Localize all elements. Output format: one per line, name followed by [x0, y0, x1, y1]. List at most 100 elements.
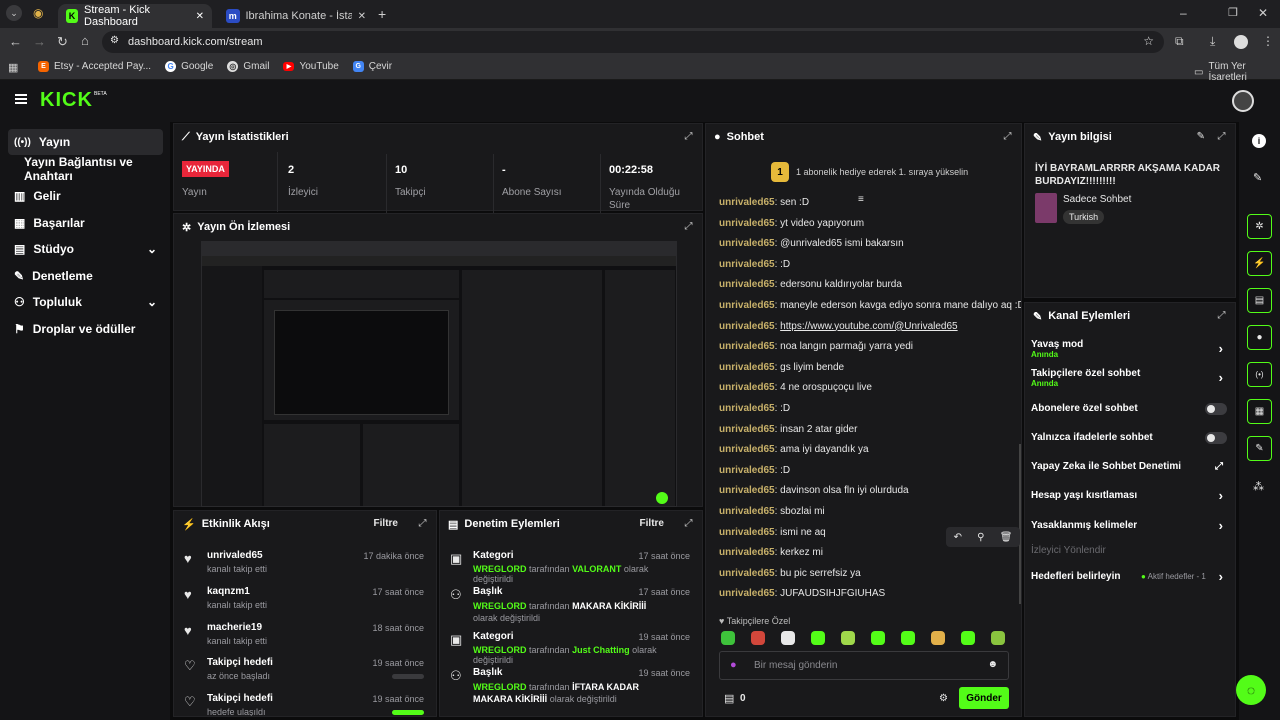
action-ai-moderation[interactable]: Yapay Zeka ile Sohbet Denetimi ⤢ [1031, 461, 1231, 481]
close-window-icon[interactable]: ✕ [1258, 6, 1268, 20]
reload-icon[interactable]: ↻ [57, 34, 68, 50]
chat-message[interactable]: unrivaled65: 4 ne orospuçoçu live [719, 382, 872, 393]
chat-message[interactable]: unrivaled65: sen :D [719, 197, 809, 208]
rail-tools-button[interactable]: ✎ [1247, 436, 1272, 461]
forward-icon[interactable]: → [33, 34, 46, 49]
chat-message[interactable]: unrivaled65: ama iyi dayandık ya [719, 444, 869, 455]
chat-username[interactable]: unrivaled65 [719, 485, 775, 496]
moderator-name[interactable]: WREGLORD [473, 564, 527, 574]
chat-message[interactable]: unrivaled65: maneyle ederson kavga ediyo… [719, 300, 1021, 311]
emote-icon[interactable] [841, 631, 855, 645]
bookmark-star-icon[interactable]: ☆ [1143, 34, 1154, 48]
chat-message[interactable]: unrivaled65: edersonu kaldırıyolar burda [719, 279, 902, 290]
rail-moderation-button[interactable]: ▤ [1247, 288, 1272, 313]
action-followers-only[interactable]: Takipçilere özel sohbet Anında › [1031, 368, 1231, 388]
filter-button[interactable]: Filtre [374, 518, 398, 529]
chat-username[interactable]: unrivaled65 [719, 321, 775, 332]
bookmark-youtube[interactable]: ▶ YouTube [283, 61, 339, 72]
sidebar-item-achievements[interactable]: ▦ Başarılar [8, 210, 163, 236]
back-icon[interactable]: ← [9, 34, 22, 49]
download-icon[interactable]: ⤓ [1210, 34, 1215, 49]
chat-message[interactable]: unrivaled65: yt video yapıyorum [719, 218, 864, 229]
chat-username[interactable]: unrivaled65 [719, 197, 775, 208]
expand-icon[interactable]: ⤢ [1216, 310, 1227, 321]
restore-icon[interactable]: ❐ [1228, 6, 1238, 19]
pin-icon[interactable]: ⚲ [977, 532, 984, 543]
chat-text[interactable]: https://www.youtube.com/@Unrivaled65 [780, 321, 957, 332]
action-banned-words[interactable]: Yasaklanmış kelimeler › [1031, 518, 1231, 540]
rail-chat-button[interactable]: ● [1247, 325, 1272, 350]
app-icon[interactable]: ◉ [33, 6, 43, 20]
home-icon[interactable]: ⌂ [81, 33, 89, 48]
chat-username[interactable]: unrivaled65 [719, 218, 775, 229]
chat-message[interactable]: unrivaled65: :D [719, 465, 790, 476]
emote-icon[interactable] [781, 631, 795, 645]
expand-icon[interactable]: ⤢ [683, 221, 694, 232]
chat-username[interactable]: unrivaled65 [719, 424, 775, 435]
profile-avatar[interactable] [1234, 35, 1248, 49]
chat-message[interactable]: unrivaled65: insan 2 atar gider [719, 424, 857, 435]
emote-icon[interactable] [811, 631, 825, 645]
sidebar-item-stream[interactable]: ((•)) Yayın [8, 129, 163, 155]
chat-username[interactable]: unrivaled65 [719, 238, 775, 249]
chat-message[interactable]: unrivaled65: :D [719, 403, 790, 414]
activity-title[interactable]: macherie19 [207, 622, 262, 633]
chat-message[interactable]: unrivaled65: davinson olsa fln iyi olurd… [719, 485, 909, 496]
sidebar-item-revenue[interactable]: ▥ Gelir [8, 183, 163, 209]
moderator-name[interactable]: WREGLORD [473, 645, 527, 655]
expand-icon[interactable]: ⤢ [417, 518, 428, 529]
emote-icon[interactable] [961, 631, 975, 645]
emote-icon[interactable] [901, 631, 915, 645]
hamburger-menu-icon[interactable] [15, 94, 27, 104]
chat-message[interactable]: unrivaled65: https://www.youtube.com/@Un… [719, 321, 958, 332]
tab-ibrahima[interactable]: m Ibrahima Konate - İstatistik, Ma ✕ [218, 4, 374, 28]
subscribers-only-toggle[interactable] [1205, 403, 1227, 415]
settings-gear-icon[interactable]: ⚙ [939, 693, 948, 704]
rail-preview-button[interactable]: ✲ [1247, 214, 1272, 239]
filter-button[interactable]: Filtre [640, 518, 664, 529]
sidebar-item-moderation[interactable]: ✎ Denetleme [8, 263, 163, 289]
close-tab-icon[interactable]: ✕ [196, 11, 204, 22]
chat-message[interactable]: unrivaled65: @unrivaled65 ismi bakarsın [719, 238, 904, 249]
emote-icon[interactable] [751, 631, 765, 645]
bookmark-translate[interactable]: G Çevir [352, 61, 392, 72]
apps-grid-icon[interactable]: ▦ [8, 61, 18, 74]
chat-message[interactable]: unrivaled65: noa langın parmağı yarra ye… [719, 341, 913, 352]
info-icon[interactable]: i [1252, 134, 1266, 148]
chat-message[interactable]: unrivaled65: JUFAUDSIHJFGIUHAS [719, 588, 885, 599]
stream-preview-video[interactable] [201, 241, 677, 507]
expand-icon[interactable]: ⤢ [683, 131, 694, 142]
user-avatar[interactable] [1232, 90, 1254, 112]
minimize-icon[interactable]: – [1180, 6, 1187, 20]
rail-broadcast-button[interactable]: (•) [1247, 362, 1272, 387]
emote-icon[interactable] [871, 631, 885, 645]
chat-message[interactable]: unrivaled65: :D [719, 259, 790, 270]
expand-icon[interactable]: ⤢ [1216, 131, 1227, 142]
chat-message[interactable]: unrivaled65: ismi ne aq [719, 527, 826, 538]
chat-username[interactable]: unrivaled65 [719, 382, 775, 393]
extensions-icon[interactable]: ⧉ [1175, 34, 1184, 49]
edit-icon[interactable]: ✎ [1253, 171, 1262, 184]
chat-username[interactable]: unrivaled65 [719, 403, 775, 414]
activity-title[interactable]: kaqnzm1 [207, 586, 250, 597]
rail-layout-button[interactable]: ▦ [1247, 399, 1272, 424]
chat-username[interactable]: unrivaled65 [719, 444, 775, 455]
chat-message[interactable]: unrivaled65: bu pic serrefsiz ya [719, 568, 861, 579]
microphone-icon[interactable]: ● [730, 659, 737, 671]
action-account-age[interactable]: Hesap yaşı kısıtlaması › [1031, 488, 1231, 510]
help-support-icon[interactable]: ◌ [1236, 675, 1266, 705]
chat-username[interactable]: unrivaled65 [719, 279, 775, 290]
chat-username[interactable]: unrivaled65 [719, 259, 775, 270]
delete-icon[interactable]: 🗑 [1000, 532, 1013, 543]
action-goals[interactable]: Hedefleri belirleyin ● Aktif hedefler - 1… [1031, 569, 1231, 591]
action-subscribers-only[interactable]: Abonelere özel sohbet [1031, 403, 1231, 423]
expand-icon[interactable]: ⤢ [683, 518, 694, 529]
edit-icon[interactable]: ✎ [1197, 131, 1205, 142]
chat-username[interactable]: unrivaled65 [719, 465, 775, 476]
chat-username[interactable]: unrivaled65 [719, 506, 775, 517]
chat-scrollbar[interactable] [1019, 444, 1021, 604]
emoji-icon[interactable]: ☻ [987, 659, 998, 670]
new-tab-icon[interactable]: + [378, 6, 386, 22]
send-button[interactable]: Gönder [959, 687, 1009, 709]
expand-icon[interactable]: ⤢ [1002, 131, 1013, 142]
